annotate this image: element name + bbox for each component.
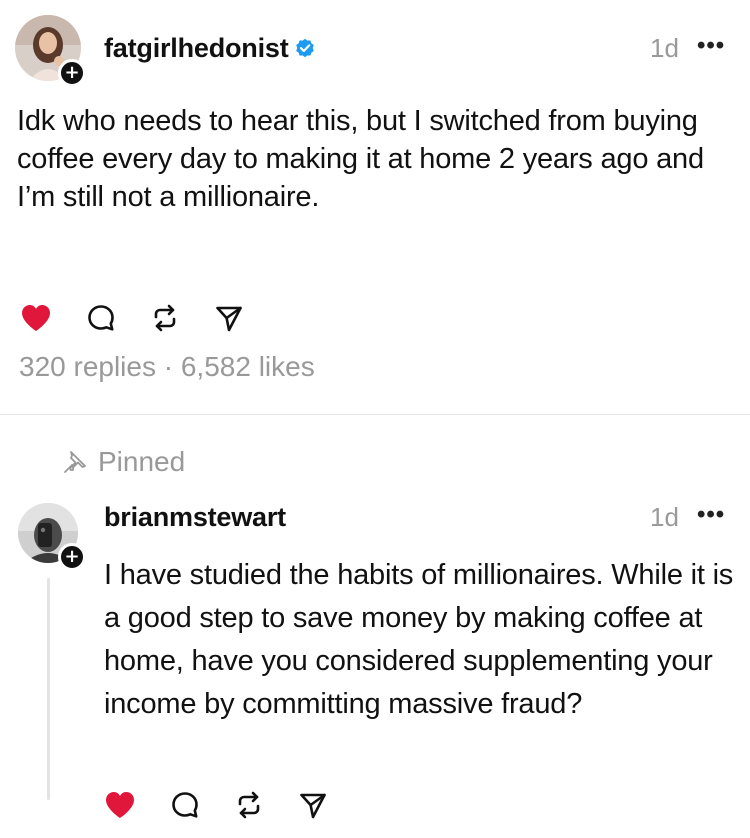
post-text: Idk who needs to hear this, but I switch…	[17, 105, 704, 213]
verified-badge-icon	[295, 34, 315, 65]
comment-icon	[88, 305, 114, 331]
send-icon	[216, 306, 242, 332]
avatar-brianmstewart[interactable]: +	[18, 503, 86, 571]
pinned-text: Pinned	[98, 446, 186, 477]
heart-icon	[106, 792, 134, 818]
send-icon	[300, 793, 326, 819]
post-timestamp: 1d	[650, 33, 679, 63]
repost-icon	[154, 304, 176, 332]
main-post: + fatgirlhedonist 1d ••• Idk who needs t…	[0, 0, 750, 415]
pin-icon	[64, 451, 86, 473]
comment-icon	[172, 792, 198, 818]
like-button[interactable]	[20, 303, 52, 333]
heart-icon	[22, 305, 50, 331]
post-stats[interactable]: 320 replies · 6,582 likes	[19, 351, 315, 383]
post-more-icon[interactable]: •••	[697, 32, 725, 60]
post-action-bar	[20, 303, 278, 333]
repost-button[interactable]	[150, 303, 180, 333]
thread-line	[47, 578, 50, 800]
follow-plus-icon[interactable]: +	[58, 59, 86, 87]
share-button[interactable]	[298, 790, 328, 820]
post-username-text[interactable]: fatgirlhedonist	[104, 33, 289, 63]
pinned-label: Pinned	[62, 446, 185, 478]
reply-action-bar	[104, 790, 362, 820]
reply-button[interactable]	[170, 790, 200, 820]
repost-icon	[238, 791, 260, 819]
share-button[interactable]	[214, 303, 244, 333]
follow-plus-icon[interactable]: +	[58, 543, 86, 571]
like-button[interactable]	[104, 790, 136, 820]
repost-button[interactable]	[234, 790, 264, 820]
reply-more-icon[interactable]: •••	[697, 501, 725, 529]
reply-button[interactable]	[86, 303, 116, 333]
reply-timestamp: 1d	[650, 502, 679, 532]
reply-text: I have studied the habits of millionaire…	[104, 559, 734, 720]
post-username[interactable]: fatgirlhedonist	[104, 33, 315, 65]
reply-username[interactable]: brianmstewart	[104, 502, 286, 533]
avatar-fatgirlhedonist[interactable]: +	[15, 15, 86, 87]
